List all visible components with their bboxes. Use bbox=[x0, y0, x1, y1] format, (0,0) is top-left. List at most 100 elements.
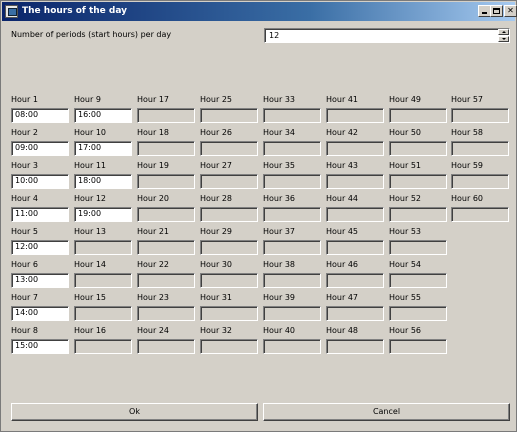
hour-label: Hour 50 bbox=[389, 128, 421, 137]
hour-label: Hour 32 bbox=[200, 326, 232, 335]
hour-field bbox=[74, 273, 132, 288]
hour-label: Hour 17 bbox=[137, 95, 169, 104]
spin-buttons bbox=[498, 29, 509, 42]
cancel-button[interactable]: Cancel bbox=[263, 403, 510, 421]
hour-label: Hour 56 bbox=[389, 326, 421, 335]
hour-field[interactable]: 19:00 bbox=[74, 207, 132, 222]
hour-field[interactable]: 12:00 bbox=[11, 240, 69, 255]
hour-field bbox=[263, 207, 321, 222]
hour-label: Hour 13 bbox=[74, 227, 106, 236]
hour-label: Hour 15 bbox=[74, 293, 106, 302]
hour-field[interactable]: 14:00 bbox=[11, 306, 69, 321]
hour-field bbox=[326, 273, 384, 288]
hour-label: Hour 42 bbox=[326, 128, 358, 137]
hour-field[interactable]: 15:00 bbox=[11, 339, 69, 354]
hour-label: Hour 9 bbox=[74, 95, 101, 104]
app-icon bbox=[5, 5, 18, 18]
hour-field bbox=[326, 174, 384, 189]
hour-label: Hour 24 bbox=[137, 326, 169, 335]
hour-field bbox=[200, 174, 258, 189]
hour-field bbox=[200, 273, 258, 288]
hour-label: Hour 49 bbox=[389, 95, 421, 104]
hour-field bbox=[263, 339, 321, 354]
hour-label: Hour 38 bbox=[263, 260, 295, 269]
hour-label: Hour 55 bbox=[389, 293, 421, 302]
maximize-button[interactable] bbox=[490, 5, 503, 17]
hour-field bbox=[74, 339, 132, 354]
spin-down-icon[interactable] bbox=[498, 36, 509, 42]
hour-label: Hour 21 bbox=[137, 227, 169, 236]
hour-field bbox=[451, 108, 509, 123]
hour-field bbox=[389, 273, 447, 288]
hour-label: Hour 3 bbox=[11, 161, 38, 170]
hour-label: Hour 51 bbox=[389, 161, 421, 170]
hour-field bbox=[326, 339, 384, 354]
hour-label: Hour 22 bbox=[137, 260, 169, 269]
hour-label: Hour 2 bbox=[11, 128, 38, 137]
hour-field bbox=[389, 108, 447, 123]
hour-label: Hour 45 bbox=[326, 227, 358, 236]
hour-field bbox=[200, 108, 258, 123]
hour-field bbox=[389, 240, 447, 255]
ok-button[interactable]: Ok bbox=[11, 403, 258, 421]
hour-label: Hour 8 bbox=[11, 326, 38, 335]
hour-label: Hour 31 bbox=[200, 293, 232, 302]
hour-label: Hour 41 bbox=[326, 95, 358, 104]
hour-label: Hour 29 bbox=[200, 227, 232, 236]
hour-field bbox=[389, 207, 447, 222]
hour-label: Hour 14 bbox=[74, 260, 106, 269]
hour-label: Hour 52 bbox=[389, 194, 421, 203]
hour-label: Hour 54 bbox=[389, 260, 421, 269]
hour-label: Hour 7 bbox=[11, 293, 38, 302]
hour-field bbox=[137, 240, 195, 255]
hour-label: Hour 5 bbox=[11, 227, 38, 236]
hour-field bbox=[200, 240, 258, 255]
hour-field bbox=[326, 306, 384, 321]
hour-label: Hour 6 bbox=[11, 260, 38, 269]
hour-label: Hour 11 bbox=[74, 161, 106, 170]
hour-label: Hour 20 bbox=[137, 194, 169, 203]
hour-label: Hour 48 bbox=[326, 326, 358, 335]
hour-field[interactable]: 18:00 bbox=[74, 174, 132, 189]
hour-field bbox=[200, 207, 258, 222]
hour-label: Hour 40 bbox=[263, 326, 295, 335]
hour-field[interactable]: 08:00 bbox=[11, 108, 69, 123]
hour-field bbox=[137, 207, 195, 222]
hour-label: Hour 4 bbox=[11, 194, 38, 203]
hour-field bbox=[451, 141, 509, 156]
hour-field bbox=[137, 339, 195, 354]
hour-label: Hour 39 bbox=[263, 293, 295, 302]
hour-label: Hour 26 bbox=[200, 128, 232, 137]
hour-field bbox=[137, 108, 195, 123]
hour-field bbox=[137, 141, 195, 156]
hour-label: Hour 47 bbox=[326, 293, 358, 302]
hour-field bbox=[389, 339, 447, 354]
periods-value[interactable]: 12 bbox=[269, 31, 279, 41]
hour-field bbox=[74, 306, 132, 321]
hour-label: Hour 12 bbox=[74, 194, 106, 203]
hour-label: Hour 59 bbox=[451, 161, 483, 170]
hour-field bbox=[263, 306, 321, 321]
hour-field bbox=[326, 207, 384, 222]
hour-label: Hour 10 bbox=[74, 128, 106, 137]
title-bar: The hours of the day ✕ bbox=[2, 2, 517, 21]
hour-field bbox=[137, 306, 195, 321]
hour-label: Hour 36 bbox=[263, 194, 295, 203]
hour-label: Hour 53 bbox=[389, 227, 421, 236]
close-button[interactable]: ✕ bbox=[504, 5, 517, 17]
hour-field[interactable]: 10:00 bbox=[11, 174, 69, 189]
hour-field[interactable]: 17:00 bbox=[74, 141, 132, 156]
hour-label: Hour 37 bbox=[263, 227, 295, 236]
hour-field[interactable]: 11:00 bbox=[11, 207, 69, 222]
hour-field bbox=[389, 306, 447, 321]
hour-field[interactable]: 16:00 bbox=[74, 108, 132, 123]
hour-field[interactable]: 13:00 bbox=[11, 273, 69, 288]
periods-spinbox[interactable]: 12 bbox=[264, 28, 510, 43]
hour-field bbox=[326, 240, 384, 255]
hour-label: Hour 19 bbox=[137, 161, 169, 170]
hour-label: Hour 57 bbox=[451, 95, 483, 104]
hour-label: Hour 23 bbox=[137, 293, 169, 302]
hour-field[interactable]: 09:00 bbox=[11, 141, 69, 156]
hour-field bbox=[137, 174, 195, 189]
spin-up-icon[interactable] bbox=[498, 29, 509, 35]
